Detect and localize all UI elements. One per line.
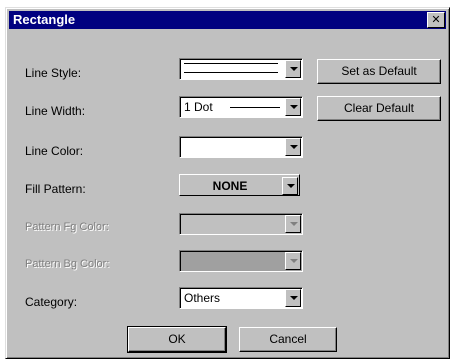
chevron-down-icon[interactable] (285, 98, 301, 116)
title-bar: Rectangle ✕ (9, 11, 446, 29)
chevron-down-icon[interactable] (285, 60, 301, 78)
line-width-value: 1 Dot (184, 100, 213, 114)
dialog-title: Rectangle (13, 12, 76, 27)
fill-pattern-value: NONE (212, 179, 248, 193)
line-width-sample (230, 107, 280, 108)
set-as-default-button[interactable]: Set as Default (317, 59, 441, 84)
category-select[interactable]: Others (179, 287, 303, 309)
line-color-select[interactable] (179, 136, 303, 158)
line-style-label: Line Style: (25, 66, 82, 80)
pattern-fg-color-label: Pattern Fg Color: (25, 221, 109, 233)
ok-button[interactable]: OK (127, 326, 227, 353)
chevron-down-icon (285, 252, 301, 270)
pattern-bg-color-select (179, 250, 303, 272)
close-button[interactable]: ✕ (427, 12, 445, 28)
chevron-down-icon[interactable] (285, 289, 301, 307)
pattern-bg-color-label: Pattern Bg Color: (25, 258, 110, 270)
line-style-select[interactable] (179, 58, 303, 80)
clear-default-button[interactable]: Clear Default (317, 96, 441, 121)
fill-pattern-label: Fill Pattern: (25, 182, 86, 196)
cancel-button[interactable]: Cancel (239, 327, 337, 352)
category-label: Category: (25, 295, 78, 309)
category-value: Others (184, 291, 221, 305)
rectangle-dialog: Rectangle ✕ Line Style: Line Width: 1 Do… (5, 7, 450, 359)
line-width-label: Line Width: (25, 104, 86, 118)
line-style-sample (184, 63, 278, 73)
close-icon: ✕ (431, 14, 441, 26)
fill-pattern-select[interactable]: NONE (179, 174, 300, 196)
chevron-down-icon (285, 215, 301, 233)
line-color-label: Line Color: (25, 144, 84, 158)
chevron-down-icon[interactable] (285, 138, 301, 156)
pattern-fg-color-select (179, 213, 303, 235)
line-width-select[interactable]: 1 Dot (179, 96, 303, 118)
chevron-down-icon[interactable] (282, 177, 298, 195)
